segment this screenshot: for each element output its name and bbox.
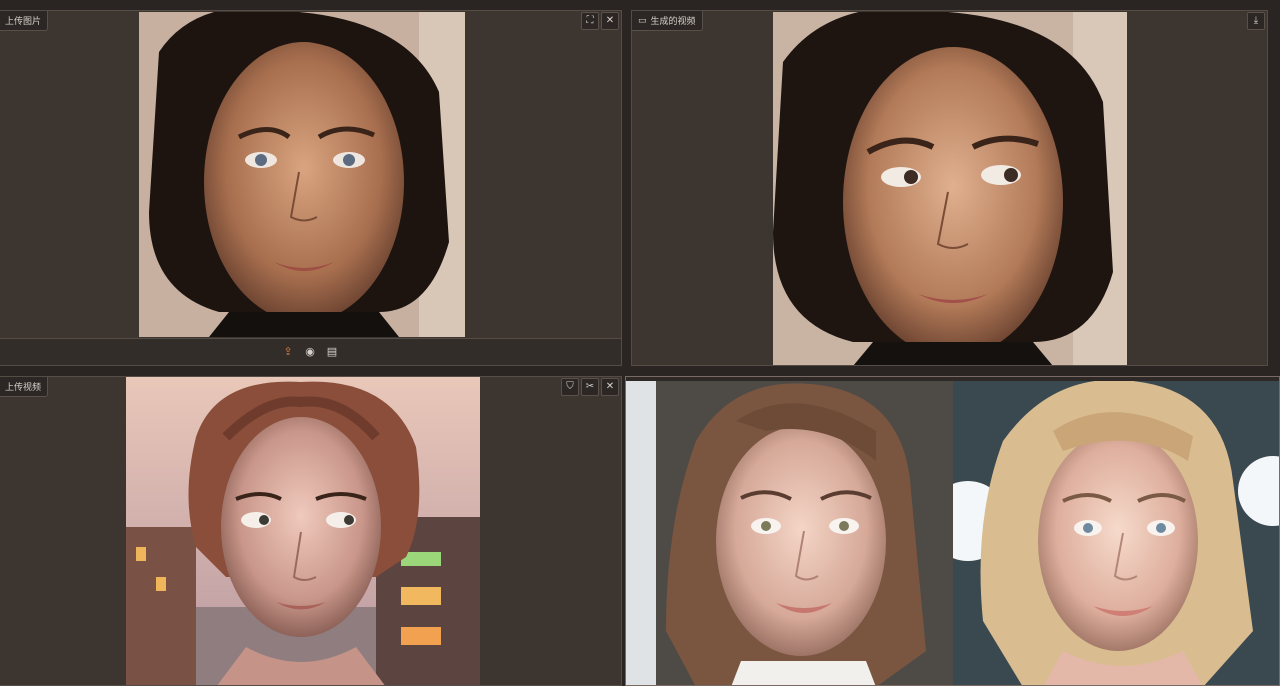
- uploaded-image: [139, 12, 465, 337]
- upload-image-panel: 上传图片 ⛶ ✕ ⇪ ◉ ▤: [0, 10, 622, 366]
- close-icon[interactable]: ✕: [601, 12, 619, 30]
- generated-video-panel: ▭ 生成的视频 ⤓: [631, 10, 1268, 366]
- generated-video-toolbar: ⤓: [1247, 12, 1265, 30]
- upload-image-toolbar: ⛶ ✕: [581, 12, 619, 30]
- upload-video-panel: 上传视频 ⛉ ✂ ✕: [0, 376, 622, 686]
- close-icon[interactable]: ✕: [601, 378, 619, 396]
- shield-icon[interactable]: ⛉: [561, 378, 579, 396]
- generated-video-frame[interactable]: [773, 12, 1127, 365]
- fullscreen-icon[interactable]: ⛶: [581, 12, 599, 30]
- video-icon: ▭: [638, 15, 647, 26]
- upload-video-toolbar: ⛉ ✂ ✕: [561, 378, 619, 396]
- webcam-icon[interactable]: ◉: [303, 345, 317, 359]
- upload-image-label: 上传图片: [0, 11, 49, 31]
- example-image-1[interactable]: [626, 381, 953, 685]
- scissors-icon[interactable]: ✂: [581, 378, 599, 396]
- example-image-2[interactable]: [953, 381, 1279, 685]
- uploaded-video-frame[interactable]: [126, 377, 480, 685]
- upload-image-source-bar: ⇪ ◉ ▤: [0, 338, 621, 365]
- generated-video-label: ▭ 生成的视频: [632, 11, 703, 31]
- upload-icon[interactable]: ⇪: [281, 345, 295, 359]
- download-icon[interactable]: ⤓: [1247, 12, 1265, 30]
- clipboard-icon[interactable]: ▤: [325, 345, 339, 359]
- example-images-panel: [625, 376, 1280, 686]
- upload-video-label: 上传视频: [0, 377, 49, 397]
